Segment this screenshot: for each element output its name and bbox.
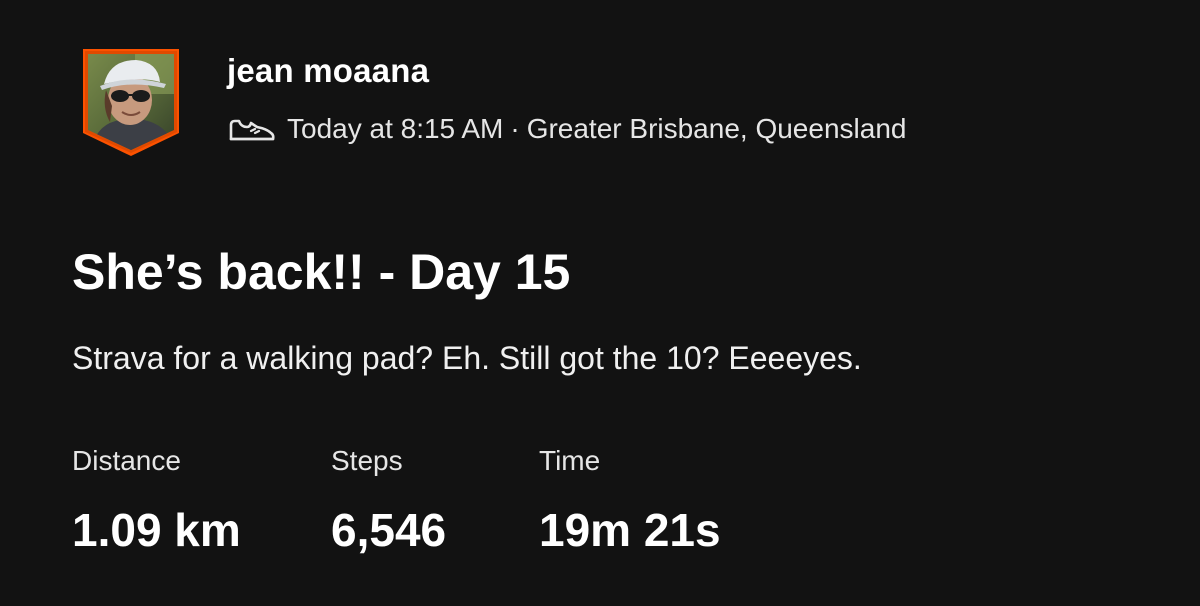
stat-label: Time xyxy=(539,445,601,476)
stat-steps: Steps 6,546 xyxy=(331,445,446,557)
activity-card[interactable]: jean moaana Today at 8:15 AM · Greater B… xyxy=(0,0,1200,606)
stat-value: 1.09 km xyxy=(72,504,241,556)
activity-meta: Today at 8:15 AM · Greater Brisbane, Que… xyxy=(227,113,906,145)
activity-time: Today at 8:15 AM xyxy=(287,113,504,144)
stat-value: 6,546 xyxy=(331,504,447,556)
meta-separator: · xyxy=(510,113,520,144)
avatar-shield xyxy=(83,49,179,156)
walking-shoe-icon xyxy=(227,113,277,145)
athlete-avatar[interactable] xyxy=(80,46,182,158)
activity-description: Strava for a walking pad? Eh. Still got … xyxy=(72,340,862,376)
stat-value: 19m 21s xyxy=(539,504,721,556)
stat-distance: Distance 1.09 km xyxy=(72,445,241,557)
athlete-name[interactable]: jean moaana xyxy=(227,52,429,90)
stat-label: Distance xyxy=(72,445,181,476)
activity-location: Greater Brisbane, Queensland xyxy=(526,113,907,144)
stat-time: Time 19m 21s xyxy=(539,445,721,557)
activity-title[interactable]: She’s back!! - Day 15 xyxy=(72,243,570,301)
stat-label: Steps xyxy=(331,445,403,476)
